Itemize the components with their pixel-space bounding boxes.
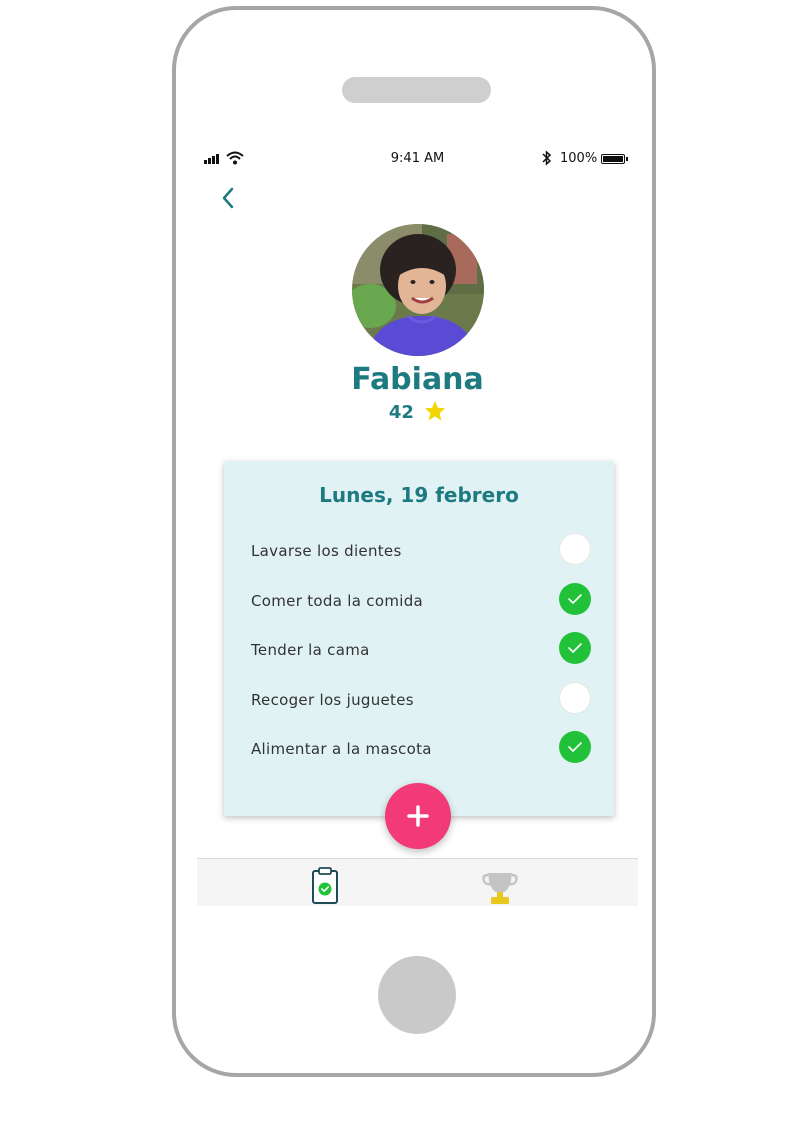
tab-bar: [197, 858, 638, 906]
clipboard-check-icon: [312, 867, 338, 904]
profile-name: Fabiana: [351, 362, 484, 397]
phone-speaker: [342, 77, 491, 103]
home-button[interactable]: [378, 956, 456, 1034]
task-checkbox[interactable]: [559, 682, 591, 714]
tab-rewards[interactable]: [480, 867, 520, 905]
task-checkbox[interactable]: [559, 632, 591, 664]
checkmark-icon: [568, 643, 582, 653]
task-item[interactable]: Tender la cama: [251, 632, 591, 668]
star-icon: [425, 400, 446, 421]
trophy-icon: [482, 873, 518, 904]
task-item[interactable]: Lavarse los dientes: [251, 533, 591, 569]
add-task-button[interactable]: [385, 783, 451, 849]
task-item[interactable]: Alimentar a la mascota: [251, 731, 591, 767]
task-label: Recoger los juguetes: [251, 691, 414, 709]
avatar: [352, 224, 484, 356]
task-label: Tender la cama: [251, 641, 370, 659]
task-item[interactable]: Comer toda la comida: [251, 583, 591, 619]
task-label: Alimentar a la mascota: [251, 740, 432, 758]
back-button[interactable]: [217, 186, 241, 210]
card-date: Lunes, 19 febrero: [319, 483, 519, 507]
bluetooth-icon: [542, 150, 552, 166]
points-count: 42: [388, 402, 414, 423]
chevron-left-icon: [222, 187, 234, 209]
task-card: Lunes, 19 febrero Lavarse los dientes Co…: [224, 461, 614, 816]
points-display: 42: [197, 400, 638, 423]
tab-tasks[interactable]: [305, 867, 345, 905]
checkmark-icon: [568, 742, 582, 752]
task-checkbox[interactable]: [559, 533, 591, 565]
task-label: Comer toda la comida: [251, 592, 424, 610]
task-checkbox[interactable]: [559, 731, 591, 763]
app-screen: 9:41 AM 100% Fabiana 42 Lunes, 19 febrer…: [197, 138, 638, 906]
task-checkbox[interactable]: [559, 583, 591, 615]
status-bar: 9:41 AM 100%: [197, 148, 638, 170]
task-item[interactable]: Recoger los juguetes: [251, 682, 591, 718]
battery-icon: [601, 154, 628, 164]
profile-photo: [352, 224, 484, 356]
checkmark-icon: [568, 594, 582, 604]
plus-icon: [407, 805, 429, 827]
battery-percentage: 100%: [560, 151, 598, 166]
task-label: Lavarse los dientes: [251, 542, 402, 560]
